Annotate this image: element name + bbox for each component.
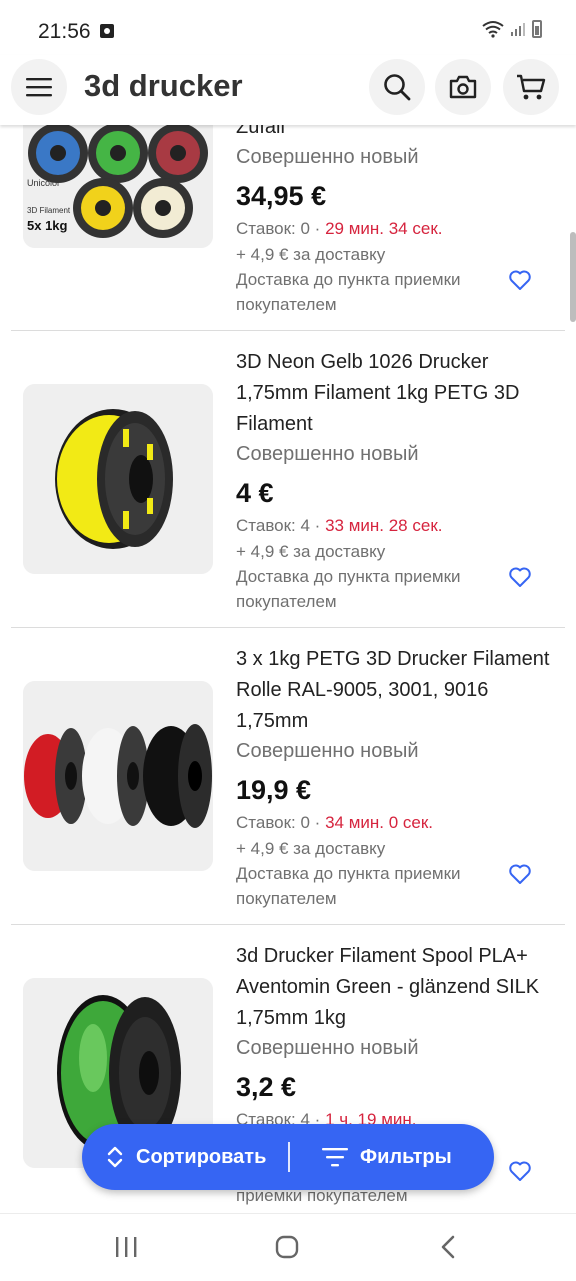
search-icon bbox=[384, 74, 411, 101]
watch-heart-icon[interactable] bbox=[508, 1159, 532, 1183]
item-title[interactable]: Zufall bbox=[236, 125, 556, 143]
sort-filter-bar: Сортировать Фильтры bbox=[82, 1124, 494, 1190]
battery-icon bbox=[532, 20, 542, 38]
item-price: 19,9 € bbox=[236, 775, 312, 805]
signal-icon bbox=[511, 23, 525, 36]
sort-label: Сортировать bbox=[136, 1145, 267, 1168]
item-condition: Совершенно новый bbox=[236, 1037, 419, 1059]
scrollbar[interactable] bbox=[570, 232, 576, 322]
item-shipping: + 4,9 € за доставку bbox=[236, 542, 386, 561]
item-shipping: + 4,9 € за доставку bbox=[236, 245, 386, 264]
item-condition: Совершенно новый bbox=[236, 146, 419, 168]
bids-count: Ставок: 0 · bbox=[236, 219, 326, 238]
bar-divider bbox=[288, 1142, 290, 1172]
item-title[interactable]: 3D Neon Gelb 1026 Drucker 1,75mm Filamen… bbox=[236, 347, 556, 440]
wifi-icon bbox=[482, 21, 504, 38]
item-delivery: Доставка до пункта приемки покупателем bbox=[236, 270, 461, 314]
item-delivery: Доставка до пункта приемки покупателем bbox=[236, 567, 461, 611]
filter-button[interactable]: Фильтры bbox=[322, 1124, 452, 1190]
filter-icon bbox=[322, 1148, 348, 1167]
image-search-button[interactable] bbox=[435, 59, 491, 115]
search-button[interactable] bbox=[369, 59, 425, 115]
watch-heart-icon[interactable] bbox=[508, 862, 532, 886]
menu-button[interactable] bbox=[11, 59, 67, 115]
three-spools-image bbox=[23, 681, 213, 871]
item-image[interactable]: Unicolor 3D Filament 5x 1kg bbox=[23, 125, 213, 248]
listing-item[interactable]: 3 x 1kg PETG 3D Drucker Filament Rolle R… bbox=[0, 628, 576, 925]
time-left: 34 мин. 0 сек. bbox=[325, 813, 434, 832]
item-bids: Ставок: 0 · 29 мин. 34 сек. bbox=[236, 216, 556, 242]
back-icon[interactable] bbox=[439, 1234, 457, 1260]
search-results-list: Unicolor 3D Filament 5x 1kg Zufall Совер… bbox=[0, 125, 576, 1213]
time-left: 29 мин. 34 сек. bbox=[325, 219, 443, 238]
recent-apps-icon[interactable] bbox=[114, 1236, 138, 1258]
status-icons bbox=[482, 20, 542, 38]
camera-icon bbox=[449, 75, 477, 99]
yellow-spool-image bbox=[23, 384, 213, 574]
status-time: 21:56 bbox=[38, 20, 91, 43]
item-price: 34,95 € bbox=[236, 181, 327, 211]
item-condition: Совершенно новый bbox=[236, 740, 419, 762]
bids-count: Ставок: 4 · bbox=[236, 516, 326, 535]
item-delivery: Доставка до пункта приемки покупателем bbox=[236, 864, 461, 908]
system-nav-bar bbox=[0, 1213, 576, 1281]
screenshot-icon bbox=[100, 24, 114, 38]
listing-item[interactable]: Unicolor 3D Filament 5x 1kg Zufall Совер… bbox=[0, 125, 576, 314]
watch-heart-icon[interactable] bbox=[508, 268, 532, 292]
status-bar: 21:56 bbox=[0, 0, 576, 62]
image-text-count: 5x 1kg bbox=[27, 218, 68, 233]
cart-button[interactable] bbox=[503, 59, 559, 115]
item-bids: Ставок: 0 · 34 мин. 0 сек. bbox=[236, 810, 556, 836]
item-bids: Ставок: 4 · 33 мин. 28 сек. bbox=[236, 513, 556, 539]
item-shipping: + 4,9 € за доставку bbox=[236, 839, 386, 858]
item-condition: Совершенно новый bbox=[236, 443, 419, 465]
bids-count: Ставок: 0 · bbox=[236, 813, 326, 832]
filament-spools-image: Unicolor 3D Filament 5x 1kg bbox=[23, 125, 213, 248]
image-text-unicolor: Unicolor bbox=[27, 178, 60, 188]
listing-item[interactable]: 3D Neon Gelb 1026 Drucker 1,75mm Filamen… bbox=[0, 331, 576, 628]
time-left: 33 мин. 28 сек. bbox=[325, 516, 443, 535]
home-icon[interactable] bbox=[275, 1235, 299, 1259]
search-query-title[interactable]: 3d drucker bbox=[84, 68, 243, 104]
item-price: 4 € bbox=[236, 478, 274, 508]
item-image[interactable] bbox=[23, 681, 213, 871]
image-text-filament: 3D Filament bbox=[27, 206, 71, 215]
item-price: 3,2 € bbox=[236, 1072, 297, 1102]
cart-icon bbox=[517, 74, 546, 100]
filter-label: Фильтры bbox=[360, 1145, 452, 1168]
item-title[interactable]: 3 x 1kg PETG 3D Drucker Filament Rolle R… bbox=[236, 644, 556, 737]
sort-arrows-icon bbox=[107, 1146, 123, 1168]
hamburger-icon bbox=[26, 78, 52, 97]
item-image[interactable] bbox=[23, 384, 213, 574]
watch-heart-icon[interactable] bbox=[508, 565, 532, 589]
app-header: 3d drucker bbox=[0, 55, 576, 125]
sort-button[interactable]: Сортировать bbox=[106, 1124, 266, 1190]
item-title[interactable]: 3d Drucker Filament Spool PLA+ Aventomin… bbox=[236, 941, 556, 1034]
